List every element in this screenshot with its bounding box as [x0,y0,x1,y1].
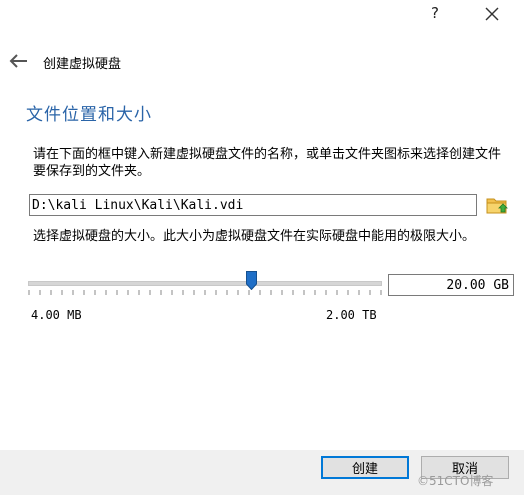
slider-ticks [28,290,382,295]
close-icon [485,7,499,21]
arrow-left-icon [9,54,27,68]
slider-handle[interactable] [246,271,257,290]
help-button[interactable]: ? [427,4,443,24]
create-button[interactable]: 创建 [321,456,409,479]
range-max-label: 2.00 TB [326,308,377,322]
folder-browse-icon [486,198,508,214]
choose-folder-button[interactable] [485,194,509,216]
back-button[interactable] [9,53,29,68]
slider-groove [28,281,382,286]
title-bar: ? [0,0,524,32]
close-button[interactable] [482,4,502,24]
size-slider[interactable] [28,270,382,295]
file-path-input[interactable] [29,194,477,216]
wizard-page: 文件位置和大小 请在下面的框中键入新建虚拟硬盘文件的名称，或单击文件夹图标来选择… [0,82,518,450]
page-heading: 文件位置和大小 [26,105,152,125]
range-min-label: 4.00 MB [31,308,82,322]
watermark: ©51CTO博客 [417,474,494,488]
size-input[interactable] [388,274,514,296]
wizard-title: 创建虚拟硬盘 [43,57,122,72]
button-bar: 创建 取消 ©51CTO博客 [0,450,524,495]
wizard-header: 创建虚拟硬盘 [0,44,524,78]
size-description: 选择虚拟硬盘的大小。此大小为虚拟硬盘文件在实际硬盘中能用的极限大小。 [33,229,476,244]
location-description: 请在下面的框中键入新建虚拟硬盘文件的名称，或单击文件夹图标来选择创建文件要保存到… [33,147,502,179]
